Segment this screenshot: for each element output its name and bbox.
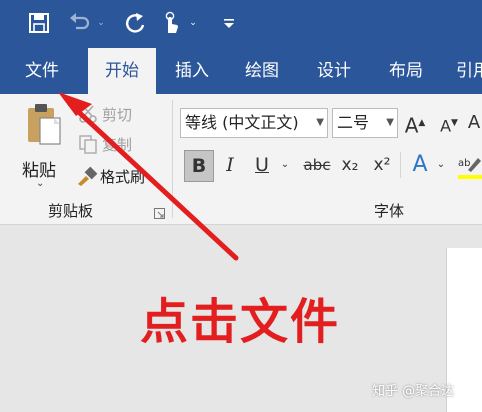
annotation-text: 点击文件 (140, 294, 341, 350)
watermark: 知乎 @聚合达 (372, 384, 455, 399)
